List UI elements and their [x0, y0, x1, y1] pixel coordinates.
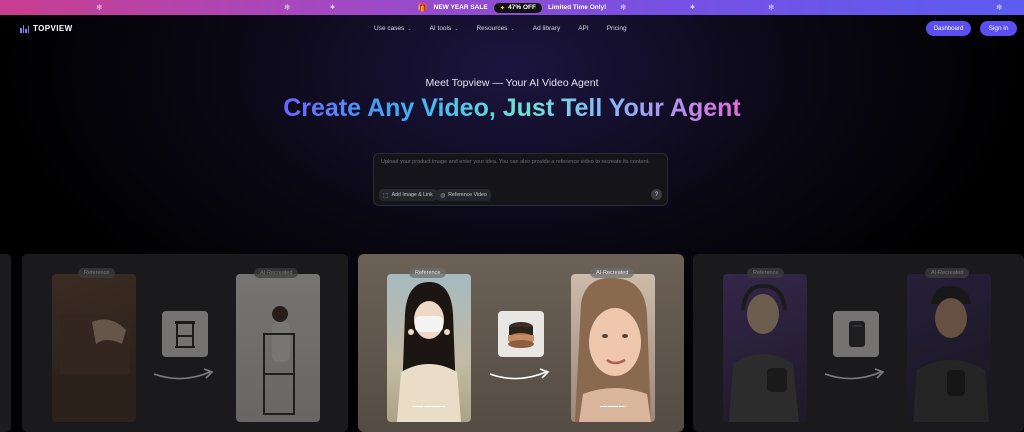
globe-icon: ◍: [440, 192, 446, 199]
promo-sale-text: NEW YEAR SALE: [433, 4, 488, 11]
dashboard-button[interactable]: Dashboard: [926, 21, 971, 36]
promo-discount-text: 47% OFF: [508, 4, 536, 11]
menu-label: AI tools: [429, 25, 452, 32]
hero-headline: Create Any Video, Just Tell Your Agent: [0, 94, 1024, 123]
image-icon: ⬚: [383, 192, 389, 199]
carousel-card-podcast[interactable]: Reference AI-Recreated: [693, 254, 1024, 432]
snowflake-icon: ❄: [620, 3, 627, 12]
top-nav: TOPVIEW Use cases ⌄ AI tools ⌄ Resources…: [0, 15, 1024, 43]
snowflake-icon: ❄: [996, 3, 1003, 12]
page: ❄ ❄ ✱ ❄ ✱ ❄ ❄ 🎁 NEW YEAR SALE ✦ 47% OFF …: [0, 0, 1024, 432]
product-image: [498, 311, 544, 357]
reference-tag: Reference: [409, 268, 447, 278]
question-icon[interactable]: ?: [651, 189, 662, 200]
chevron-down-icon: ⌄: [454, 25, 459, 32]
menu-label: Use cases: [374, 25, 405, 32]
dim-overlay: [22, 254, 348, 432]
menu-label: API: [578, 25, 589, 32]
menu-label: Ad library: [532, 25, 561, 32]
chip-label: Reference Video: [448, 192, 487, 198]
menu-ai-tools[interactable]: AI tools ⌄: [430, 25, 459, 32]
sign-in-button[interactable]: Sign in: [980, 21, 1017, 36]
prompt-placeholder[interactable]: Upload your product image and enter your…: [381, 159, 661, 167]
chevron-down-icon: ⌄: [510, 25, 515, 32]
menu-api[interactable]: API: [578, 25, 588, 32]
menu-label: Pricing: [606, 25, 627, 32]
snowflake-icon: ❄: [768, 3, 775, 12]
promo-banner[interactable]: ❄ ❄ ✱ ❄ ✱ ❄ ❄ 🎁 NEW YEAR SALE ✦ 47% OFF …: [0, 0, 1024, 15]
hero-headline-text: Create Any Video, Just Tell Your Agent: [283, 94, 741, 122]
reference-thumbnail: [387, 274, 471, 422]
menu-label: Resources: [476, 25, 508, 32]
snowflake-icon: ❄: [284, 3, 291, 12]
dim-overlay: [693, 254, 1024, 432]
brand-logo[interactable]: TOPVIEW: [20, 24, 73, 33]
carousel-card-prev[interactable]: [0, 254, 11, 432]
menu-use-cases[interactable]: Use cases ⌄: [374, 25, 412, 32]
recreated-thumbnail: [575, 277, 651, 422]
reference-media: ▬▬▬ ▬▬ ▬▬▬▬: [387, 274, 471, 422]
chevron-down-icon: ⌄: [407, 25, 412, 32]
logo-icon: [20, 24, 29, 33]
sparkle-icon: ✦: [499, 4, 506, 12]
brand-name: TOPVIEW: [33, 24, 73, 33]
promo-discount-badge: ✦ 47% OFF: [493, 2, 542, 13]
add-image-link-button[interactable]: ⬚ Add Image & Link: [379, 189, 437, 201]
video-caption: ▬▬▬ ▬▬ ▬▬▬▬: [412, 404, 446, 408]
recreated-media: ▬▬ ▬▬▬ ▬▬: [571, 274, 655, 422]
main-menu: Use cases ⌄ AI tools ⌄ Resources ⌄ Ad li…: [374, 25, 627, 32]
reference-video-button[interactable]: ◍ Reference Video: [436, 189, 491, 201]
snowflake-icon: ✱: [690, 5, 696, 11]
snowflake-icon: ✱: [330, 5, 336, 11]
recreated-tag: AI-Recreated: [590, 268, 635, 278]
hero-eyebrow: Meet Topview — Your AI Video Agent: [425, 77, 599, 89]
menu-pricing[interactable]: Pricing: [607, 25, 627, 32]
carousel-card-skincare[interactable]: ▬▬▬ ▬▬ ▬▬▬▬ ▬▬ ▬▬▬ ▬▬ Reference AI-Recre…: [358, 254, 684, 432]
snowflake-icon: ❄: [96, 3, 103, 12]
video-caption: ▬▬ ▬▬▬ ▬▬: [600, 404, 626, 408]
chip-label: Add Image & Link: [391, 192, 433, 198]
prompt-box[interactable]: Upload your product image and enter your…: [373, 153, 668, 206]
cosmetic-jar-icon: [508, 322, 534, 348]
gift-icon: 🎁: [417, 3, 428, 12]
arrow-right-icon: [489, 368, 550, 380]
menu-resources[interactable]: Resources ⌄: [476, 25, 514, 32]
promo-limited-text: Limited Time Only!: [547, 4, 607, 11]
menu-ad-library[interactable]: Ad library: [533, 25, 560, 32]
carousel-card-furniture[interactable]: Reference AI-Recreated: [22, 254, 348, 432]
